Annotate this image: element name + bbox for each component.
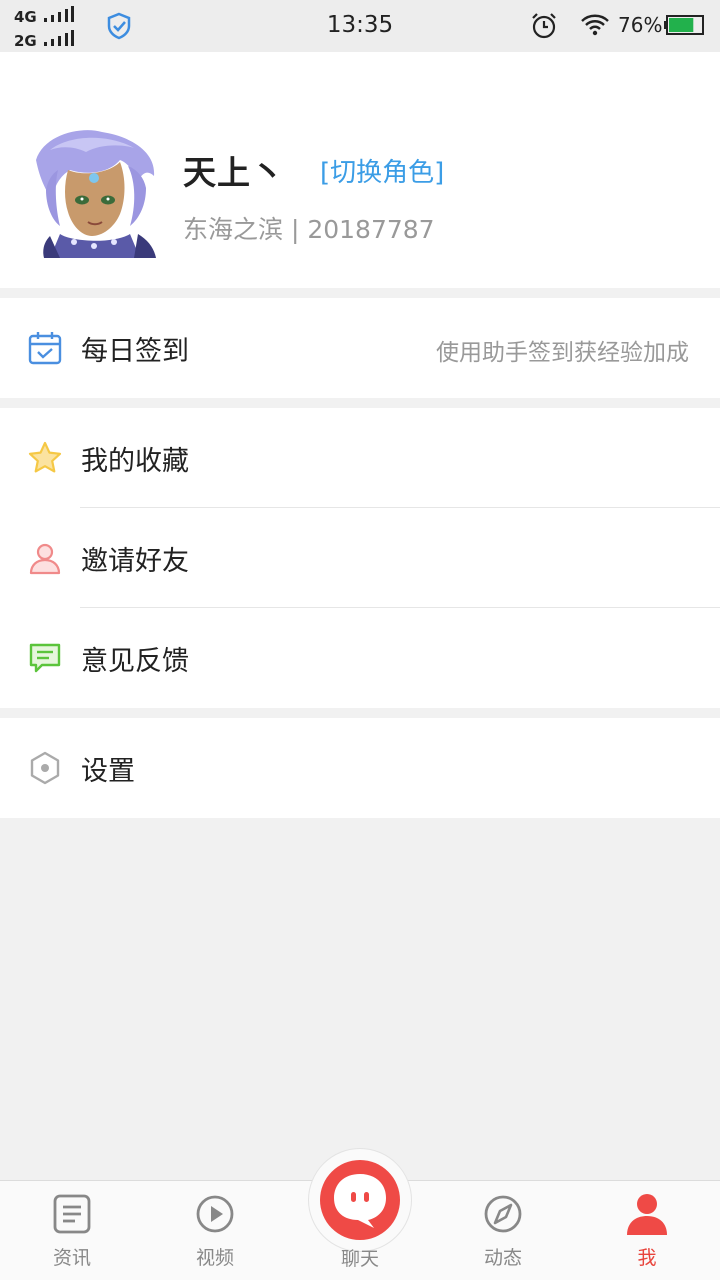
invite-friends-label: 邀请好友 [81,546,189,577]
wifi-icon [581,14,609,36]
feedback-item[interactable]: 意见反馈 [0,608,720,708]
battery-icon [664,15,704,35]
tab-label: 视频 [195,1247,234,1269]
alarm-clock-icon [532,13,556,39]
news-icon [53,1194,91,1234]
calendar-check-icon [28,332,62,365]
social-group: 我的收藏 邀请好友 意见反馈 [0,408,720,708]
settings-item[interactable]: 设置 [0,718,720,818]
star-icon [28,441,62,473]
tab-me[interactable]: 我 [592,1181,702,1280]
tab-label: 我 [637,1247,657,1269]
tab-label: 动态 [483,1247,522,1269]
favorites-label: 我的收藏 [81,446,189,477]
feedback-label: 意见反馈 [81,646,189,677]
clock-time: 13:35 [326,12,394,38]
invite-friends-item[interactable]: 邀请好友 [0,508,720,608]
daily-checkin-label: 每日签到 [81,336,189,367]
me-screen: 4G 2G 13:35 76% 天上丶 [切换角色] 东海之滨 | 201877… [0,0,720,1280]
chat-message-icon [29,643,61,673]
favorites-item[interactable]: 我的收藏 [0,408,720,508]
user-icon [627,1194,667,1235]
tab-moments[interactable]: 动态 [448,1181,558,1280]
play-icon [196,1195,234,1233]
settings-label: 设置 [81,756,135,787]
chat-bubble-icon [334,1174,386,1228]
daily-checkin-item[interactable]: 每日签到 使用助手签到获经验加成 [0,298,720,398]
battery-percent: 76% [618,13,663,37]
tab-video[interactable]: 视频 [160,1181,270,1280]
status-bar: 4G 2G 13:35 76% [0,0,720,52]
server-info: 东海之滨 | 20187787 [183,215,435,244]
tab-label: 聊天 [340,1248,379,1270]
person-icon [29,543,61,575]
profile-card[interactable]: 天上丶 [切换角色] 东海之滨 | 20187787 [0,52,720,288]
tab-news[interactable]: 资讯 [17,1181,127,1280]
compass-icon [484,1195,522,1233]
hexagon-gear-icon [30,751,60,785]
switch-role-link[interactable]: [切换角色] [320,152,444,189]
tab-label: 资讯 [52,1247,91,1269]
checkin-group: 每日签到 使用助手签到获经验加成 [0,298,720,398]
tab-chat[interactable] [320,1160,400,1240]
settings-group: 设置 [0,718,720,818]
daily-checkin-hint: 使用助手签到获经验加成 [436,340,689,366]
character-name: 天上丶 [183,153,285,192]
avatar[interactable] [30,130,158,258]
